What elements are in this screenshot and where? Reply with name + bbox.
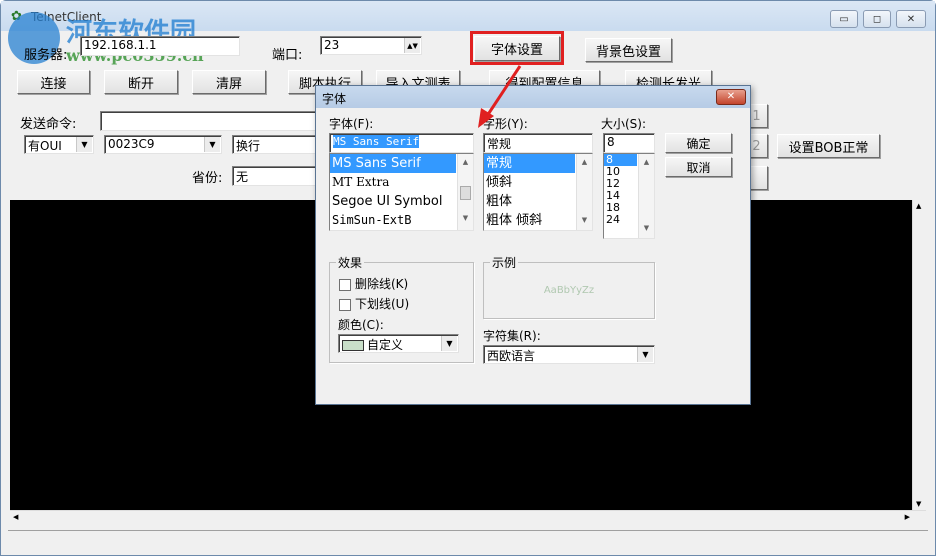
annotation-arrow-icon: [478, 65, 522, 128]
